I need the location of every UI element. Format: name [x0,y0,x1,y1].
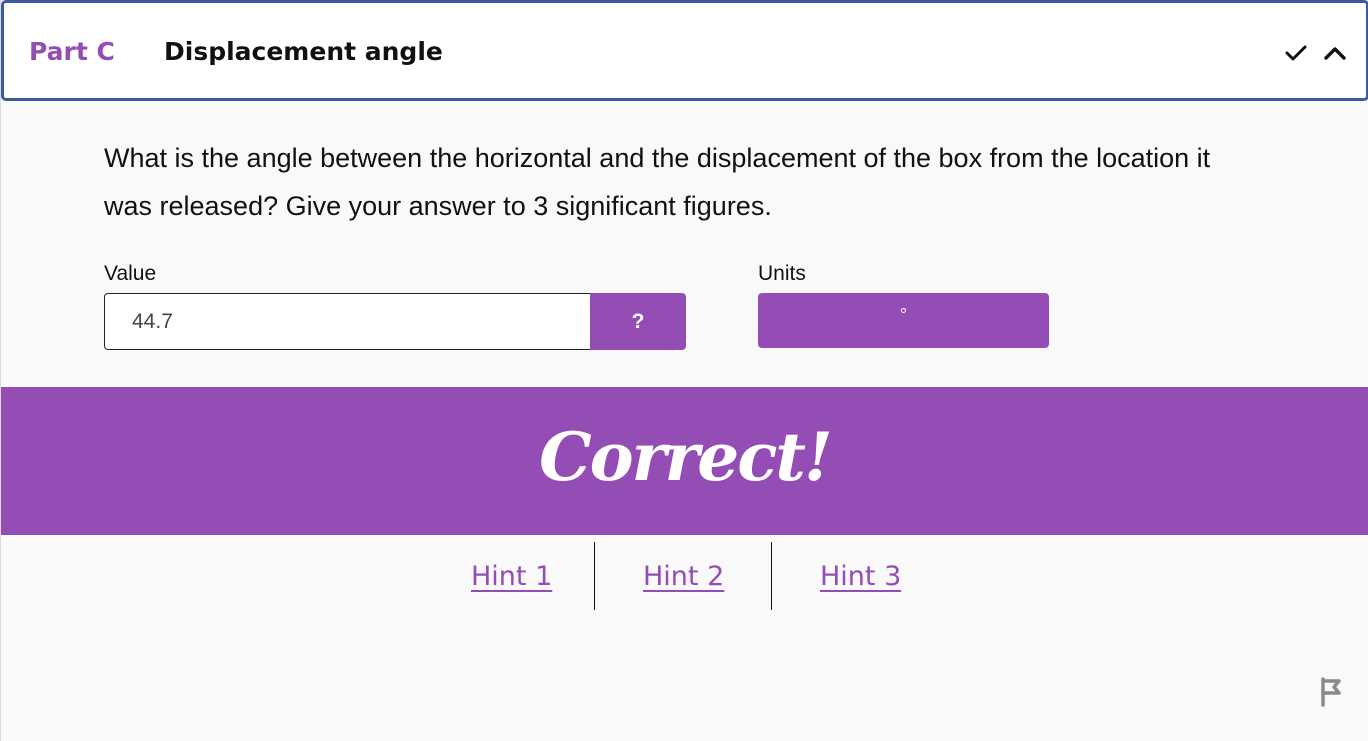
question-panel: Part C Displacement angle What is the an… [0,0,1368,741]
help-button[interactable]: ? [590,293,686,350]
chevron-up-icon[interactable] [1321,39,1349,67]
feedback-message: Correct! [539,418,833,496]
part-label: Part C [29,37,115,66]
part-title: Displacement angle [164,37,443,66]
hint-3-link[interactable]: Hint 3 [820,560,901,594]
value-label: Value [104,262,157,285]
part-header[interactable]: Part C Displacement angle [1,0,1368,101]
hint-divider [771,542,772,610]
check-icon [1282,39,1310,67]
hint-1-link[interactable]: Hint 1 [471,560,552,594]
question-text: What is the angle between the horizontal… [104,143,1211,221]
flag-icon[interactable] [1319,677,1345,707]
units-selector[interactable]: ° [758,293,1049,348]
hint-bar: Hint 1 Hint 2 Hint 3 [1,542,1368,610]
hint-divider [594,542,595,610]
value-input[interactable] [104,293,592,350]
hint-2-link[interactable]: Hint 2 [643,560,724,594]
feedback-banner: Correct! [1,387,1368,535]
units-label: Units [758,262,806,285]
